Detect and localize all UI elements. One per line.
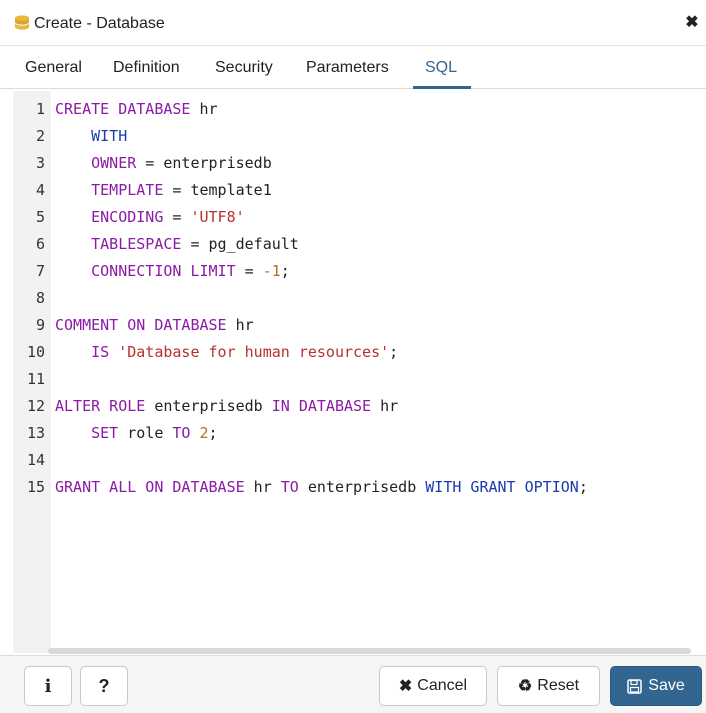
code-line: ENCODING = 'UTF8' [55,204,245,231]
line-number: 11 [26,370,45,388]
info-button[interactable]: i [24,666,72,706]
sql-string: 'UTF8' [190,208,245,226]
sql-text: role [118,424,173,442]
code-line: GRANT ALL ON DATABASE hr TO enterprisedb… [55,474,588,501]
sql-keyword: OWNER [91,154,137,172]
tab-definition[interactable]: Definition [113,59,180,77]
sql-keyword: TEMPLATE [91,181,164,199]
code-line: COMMENT ON DATABASE hr [55,312,254,339]
line-number: 13 [26,424,45,442]
sql-keyword: ENCODING [91,208,164,226]
sql-keyword: IN DATABASE [271,397,372,415]
sql-text: hr [190,100,218,118]
code-line: TABLESPACE = pg_default [55,231,299,258]
tab-parameters[interactable]: Parameters [306,59,389,77]
sql-text: enterprisedb [145,397,272,415]
close-icon: ✖ [398,678,413,695]
sql-text: hr [371,397,399,415]
code-line: WITH [55,123,127,150]
code-line: ALTER ROLE enterprisedb IN DATABASE hr [55,393,398,420]
sql-number: -1 [262,262,281,280]
sql-string: 'Database for human resources' [118,343,390,361]
horizontal-scrollbar[interactable] [48,648,691,654]
sql-text: ; [389,343,399,361]
cancel-label: Cancel [417,677,468,694]
line-number: 7 [35,262,45,280]
code-line: CREATE DATABASE hr [55,96,218,123]
help-button[interactable]: ? [80,666,128,706]
sql-keyword: WITH [91,127,128,145]
sql-keyword: GRANT ALL ON DATABASE [55,478,245,496]
tab-security[interactable]: Security [215,59,273,77]
sql-keyword: WITH GRANT OPTION [425,478,579,496]
code-line: SET role TO 2; [55,420,218,447]
line-number: 9 [35,316,45,334]
sql-keyword: TO [280,478,299,496]
line-number: 15 [26,478,45,496]
line-number: 1 [35,100,45,118]
sql-editor[interactable]: 1 2 3 4 5 6 7 8 9 10 11 12 13 14 15 CREA… [13,91,706,653]
active-tab-indicator [413,86,471,89]
line-number: 2 [35,127,45,145]
sql-keyword: CONNECTION LIMIT [91,262,236,280]
line-number: 4 [35,181,45,199]
dialog-title: Create - Database [34,15,165,32]
cancel-button[interactable]: ✖ Cancel [379,666,487,706]
line-number: 3 [35,154,45,172]
sql-text: = pg_default [181,235,299,253]
reset-button[interactable]: ♻ Reset [497,666,600,706]
floppy-disk-icon [627,678,643,694]
sql-text: ; [208,424,218,442]
code-line: CONNECTION LIMIT = -1; [55,258,290,285]
code-line: OWNER = enterprisedb [55,150,272,177]
sql-text: = template1 [163,181,272,199]
database-icon [15,15,29,30]
line-number: 12 [26,397,45,415]
sql-keyword: SET [91,424,119,442]
tab-general[interactable]: General [25,59,82,77]
help-icon: ? [98,675,110,696]
sql-text: hr [226,316,254,334]
sql-keyword: CREATE DATABASE [55,100,191,118]
sql-text: = [163,208,191,226]
line-number-gutter: 1 2 3 4 5 6 7 8 9 10 11 12 13 14 15 [13,91,51,653]
sql-text: = [235,262,263,280]
sql-text: ; [280,262,290,280]
sql-keyword: IS [91,343,110,361]
line-number: 14 [26,451,45,469]
tab-bar: General Definition Security Parameters S… [0,47,706,89]
dialog-titlebar: Create - Database ✖ [0,0,706,46]
line-number: 5 [35,208,45,226]
code-line: IS 'Database for human resources'; [55,339,398,366]
sql-text: ; [578,478,588,496]
sql-keyword: TABLESPACE [91,235,182,253]
close-icon[interactable]: ✖ [684,15,700,31]
reset-label: Reset [537,677,580,694]
dialog-footer: i ? ✖ Cancel ♻ Reset Save [0,655,706,713]
line-number: 8 [35,289,45,307]
sql-keyword: COMMENT ON DATABASE [55,316,227,334]
tab-sql[interactable]: SQL [425,59,457,77]
create-database-dialog: Create - Database ✖ General Definition S… [0,0,706,713]
sql-number: 2 [199,424,209,442]
line-number: 10 [26,343,45,361]
line-number: 6 [35,235,45,253]
info-icon: i [44,675,52,697]
sql-keyword: ALTER ROLE [55,397,146,415]
sql-text: = enterprisedb [136,154,272,172]
sql-keyword: TO [172,424,191,442]
save-button[interactable]: Save [610,666,702,706]
save-label: Save [648,677,685,694]
recycle-icon: ♻ [517,678,533,695]
sql-text: enterprisedb [298,478,426,496]
sql-text: hr [244,478,281,496]
code-line: TEMPLATE = template1 [55,177,272,204]
